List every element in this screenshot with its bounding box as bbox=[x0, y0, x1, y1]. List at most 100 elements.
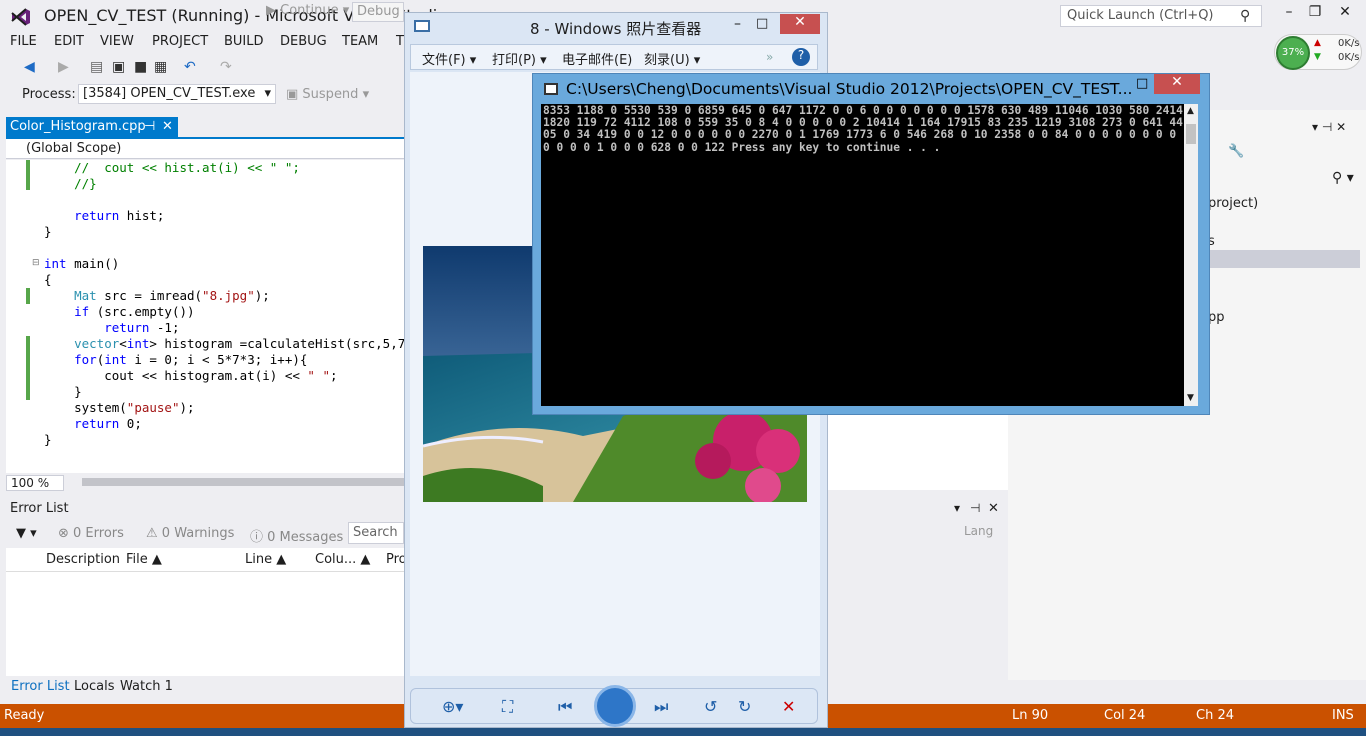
process-select[interactable]: [3584] OPEN_CV_TEST.exe ▾ bbox=[78, 84, 276, 104]
rotate-cw-icon[interactable]: ↻ bbox=[738, 697, 751, 716]
status-line: Ln 90 bbox=[1012, 708, 1049, 723]
search-error-list-input[interactable]: Search Error List bbox=[348, 522, 404, 544]
close-button[interactable]: ✕ bbox=[1334, 4, 1356, 24]
code-line: } bbox=[44, 224, 52, 239]
code-line: return 0; bbox=[74, 416, 142, 431]
forward-icon[interactable]: ▶ bbox=[58, 59, 69, 75]
minimize-button[interactable]: – bbox=[734, 16, 741, 32]
restore-button[interactable]: ❐ bbox=[1304, 4, 1326, 24]
vertical-scrollbar[interactable] bbox=[1184, 104, 1198, 406]
menu-debug[interactable]: DEBUG bbox=[280, 34, 327, 49]
menu-team[interactable]: TEAM bbox=[342, 34, 378, 49]
selected-tree-row[interactable] bbox=[1208, 250, 1360, 268]
menu-print[interactable]: 打印(P) ▾ bbox=[492, 49, 547, 68]
messages-label: 0 Messages bbox=[267, 530, 344, 545]
scrollbar-thumb[interactable] bbox=[1186, 124, 1196, 144]
maximize-button[interactable]: □ bbox=[756, 16, 768, 31]
menu-build[interactable]: BUILD bbox=[224, 34, 264, 49]
status-column: Col 24 bbox=[1104, 708, 1146, 723]
maximize-button[interactable]: □ bbox=[1136, 76, 1148, 91]
errors-filter[interactable]: ⊗ 0 Errors bbox=[58, 526, 124, 541]
previous-icon[interactable]: ⏮ bbox=[558, 697, 572, 717]
tree-item[interactable]: project) bbox=[1208, 196, 1258, 211]
tab-watch-1[interactable]: Watch 1 bbox=[120, 679, 173, 694]
close-button[interactable]: ✕ bbox=[1154, 74, 1200, 94]
save-all-icon[interactable]: ▦ bbox=[154, 59, 167, 75]
continue-button[interactable]: ▶ Continue ▾ bbox=[266, 3, 349, 18]
warnings-filter[interactable]: ⚠ 0 Warnings bbox=[146, 526, 234, 541]
process-label: Process: bbox=[22, 87, 76, 102]
zoom-icon[interactable]: ⊕▾ bbox=[442, 697, 463, 716]
taskbar[interactable] bbox=[0, 728, 1366, 736]
menu-burn[interactable]: 刻录(U) ▾ bbox=[644, 49, 700, 68]
menu-edit[interactable]: EDIT bbox=[54, 34, 84, 49]
rotate-ccw-icon[interactable]: ↺ bbox=[704, 697, 717, 716]
help-icon[interactable]: ? bbox=[792, 48, 810, 66]
collapse-icon[interactable]: ⊟ bbox=[32, 258, 40, 268]
console-title: C:\Users\Cheng\Documents\Visual Studio 2… bbox=[566, 80, 1133, 98]
back-icon[interactable]: ◀ bbox=[24, 59, 35, 75]
column-file[interactable]: File ▲ bbox=[126, 552, 162, 567]
messages-filter[interactable]: ⓘ 0 Messages bbox=[250, 526, 343, 545]
document-tab[interactable]: Color_Histogram.cpp ⊣ ✕ bbox=[6, 117, 178, 137]
change-margin bbox=[26, 288, 30, 304]
document-tab-label: Color_Histogram.cpp bbox=[10, 119, 146, 134]
wrench-icon[interactable]: 🔧 bbox=[1228, 144, 1244, 159]
delete-icon[interactable]: ✕ bbox=[782, 697, 795, 716]
column-file-label: File bbox=[126, 552, 148, 567]
status-char: Ch 24 bbox=[1196, 708, 1234, 723]
code-editor[interactable]: // cout << hist.at(i) << " "; //} return… bbox=[6, 160, 404, 473]
tree-item[interactable]: pp bbox=[1208, 310, 1225, 325]
scroll-up-icon[interactable]: ▲ bbox=[1187, 106, 1194, 116]
undo-icon[interactable]: ↶ bbox=[184, 59, 196, 75]
column-column[interactable]: Colu... ▲ bbox=[315, 552, 370, 567]
code-line: } bbox=[44, 384, 82, 399]
save-icon[interactable]: ■ bbox=[134, 59, 147, 75]
menu-file[interactable]: 文件(F) ▾ bbox=[422, 49, 476, 68]
scroll-down-icon[interactable]: ▼ bbox=[1187, 393, 1194, 403]
menu-view[interactable]: VIEW bbox=[100, 34, 134, 49]
pin-icon[interactable]: ⊣ bbox=[144, 119, 155, 134]
close-button[interactable]: ✕ bbox=[780, 14, 820, 34]
code-line: return -1; bbox=[104, 320, 180, 335]
close-panel-icon[interactable]: ✕ bbox=[988, 501, 999, 516]
console-output: 8353 1188 0 5530 539 0 6859 645 0 647 11… bbox=[543, 104, 1183, 154]
console-output-area[interactable]: 8353 1188 0 5530 539 0 6859 645 0 647 11… bbox=[541, 104, 1184, 406]
open-file-icon[interactable]: ▣ bbox=[112, 59, 125, 75]
down-arrow-icon: ▼ bbox=[1314, 52, 1321, 62]
actual-size-icon[interactable]: ⛶ bbox=[502, 697, 513, 717]
horizontal-scrollbar[interactable] bbox=[82, 478, 404, 486]
change-margin bbox=[26, 336, 30, 400]
minimize-button[interactable]: – bbox=[1278, 4, 1300, 24]
filter-icon[interactable]: ▼ ▾ bbox=[16, 526, 37, 541]
solution-config-select[interactable]: Debug bbox=[352, 2, 404, 22]
tab-locals[interactable]: Locals bbox=[74, 679, 114, 694]
search-icon[interactable]: ⚲ ▾ bbox=[1332, 170, 1354, 186]
minimize-button[interactable]: – bbox=[1108, 76, 1115, 92]
scope-dropdown[interactable]: (Global Scope) bbox=[6, 139, 404, 159]
menu-email[interactable]: 电子邮件(E) bbox=[562, 49, 632, 68]
download-speed: 0K/s bbox=[1338, 52, 1360, 63]
redo-icon[interactable]: ↷ bbox=[220, 59, 232, 75]
dropdown-icon[interactable]: ▾ bbox=[954, 501, 960, 515]
column-line[interactable]: Line ▲ bbox=[245, 552, 286, 567]
slideshow-button[interactable] bbox=[594, 685, 636, 727]
tab-error-list[interactable]: Error List bbox=[11, 679, 70, 694]
next-icon[interactable]: ⏭ bbox=[654, 697, 668, 717]
new-project-icon[interactable]: ▤ bbox=[90, 59, 103, 75]
menu-project[interactable]: PROJECT bbox=[152, 34, 208, 49]
pin-icon[interactable]: ⊣ bbox=[970, 501, 980, 515]
code-line: } bbox=[44, 432, 52, 447]
more-icon[interactable]: » bbox=[766, 50, 773, 64]
quick-launch-input[interactable]: Quick Launch (Ctrl+Q) bbox=[1060, 5, 1262, 27]
suspend-button[interactable]: ▣ Suspend ▾ bbox=[286, 87, 369, 102]
dropdown-icon[interactable]: ▾ ⊣ ✕ bbox=[1312, 120, 1346, 134]
zoom-select[interactable]: 100 % bbox=[6, 475, 64, 491]
menu-file-label: 文件(F) bbox=[422, 53, 466, 68]
close-tab-icon[interactable]: ✕ bbox=[162, 119, 173, 134]
code-line: cout << histogram.at(i) << " "; bbox=[44, 368, 338, 383]
column-description[interactable]: Description bbox=[46, 552, 120, 567]
menu-tools[interactable]: T bbox=[396, 34, 404, 49]
menu-file[interactable]: FILE bbox=[10, 34, 37, 49]
standard-toolbar: ◀ ▶ ▤ ▣ ■ ▦ ↶ ↷ bbox=[0, 56, 410, 80]
